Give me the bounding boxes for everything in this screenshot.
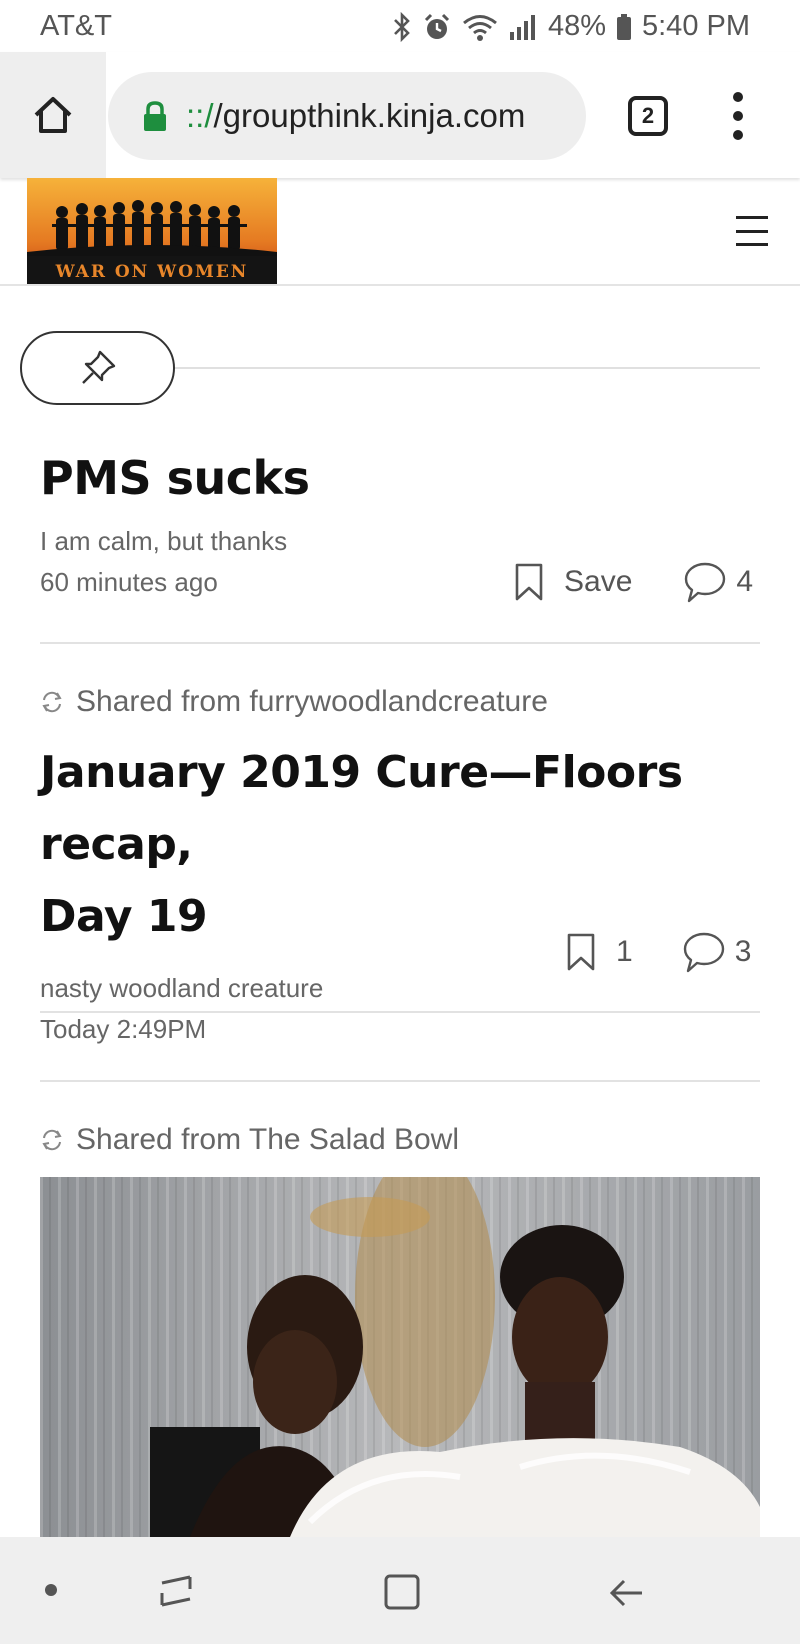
tab-switcher-button[interactable]: 2 bbox=[628, 96, 668, 136]
home-nav-icon[interactable] bbox=[382, 1572, 422, 1612]
home-button[interactable] bbox=[0, 52, 106, 178]
post-card: January 2019 Cure—Floors recap, Day 19 n… bbox=[40, 737, 760, 1045]
clock: 5:40 PM bbox=[642, 10, 750, 42]
post-title[interactable]: January 2019 Cure—Floors recap, Day 19 bbox=[40, 737, 760, 953]
hamburger-line bbox=[736, 243, 768, 246]
pin-button[interactable] bbox=[20, 331, 175, 405]
save-button[interactable]: 1 bbox=[566, 932, 633, 972]
post-time: Today 2:49PM bbox=[40, 1014, 207, 1044]
comments-button[interactable]: 4 bbox=[684, 560, 753, 604]
save-button[interactable]: Save bbox=[514, 562, 632, 602]
status-bar: AT&T 48% 5:40 PM bbox=[0, 0, 800, 52]
comment-count: 3 bbox=[734, 935, 752, 968]
shared-from-label: Shared from furrywoodlandcreature bbox=[76, 685, 548, 718]
battery-percent: 48% bbox=[547, 10, 606, 42]
post-title[interactable]: PMS sucks bbox=[40, 448, 760, 508]
menu-dot bbox=[733, 130, 743, 140]
shared-from-label: Shared from The Salad Bowl bbox=[76, 1123, 459, 1156]
pinned-row bbox=[20, 331, 760, 405]
site-header: WAR ON WOMEN bbox=[0, 178, 800, 286]
post-title-line: Day 19 bbox=[40, 891, 208, 942]
lock-icon bbox=[144, 101, 166, 131]
save-count: 1 bbox=[616, 935, 633, 968]
system-navigation-bar bbox=[0, 1537, 800, 1644]
home-icon bbox=[34, 97, 72, 133]
url-scheme: ::/ bbox=[186, 97, 214, 134]
post-author[interactable]: nasty woodland creature bbox=[40, 973, 760, 1004]
menu-dot bbox=[733, 111, 743, 121]
browser-menu-button[interactable] bbox=[726, 92, 750, 140]
browser-toolbar: :://groupthink.kinja.com 2 bbox=[0, 52, 800, 178]
hamburger-line bbox=[736, 216, 768, 219]
bookmark-icon bbox=[567, 933, 595, 971]
signal-icon bbox=[509, 14, 535, 40]
comment-count: 4 bbox=[736, 565, 754, 598]
hamburger-line bbox=[736, 229, 768, 233]
wifi-icon bbox=[463, 14, 497, 41]
shared-from[interactable]: Shared from The Salad Bowl bbox=[40, 1123, 459, 1157]
post-author[interactable]: I am calm, but thanks bbox=[40, 526, 760, 557]
menu-dot bbox=[733, 92, 743, 102]
post-title-line: January 2019 Cure—Floors recap, bbox=[40, 747, 683, 870]
reshare-icon bbox=[42, 691, 62, 713]
post-actions: 1 3 bbox=[566, 930, 751, 974]
reshare-icon bbox=[42, 1129, 62, 1151]
carrier-label: AT&T bbox=[40, 10, 112, 42]
post-actions: Save 4 bbox=[514, 560, 753, 604]
pin-icon bbox=[81, 350, 115, 384]
bluetooth-icon bbox=[394, 11, 410, 42]
url-host: /groupthink.kinja.com bbox=[213, 97, 526, 134]
post-image[interactable] bbox=[40, 1177, 760, 1537]
status-icons: 48% 5:40 PM bbox=[392, 10, 750, 43]
site-menu-button[interactable] bbox=[736, 216, 768, 246]
alarm-icon bbox=[424, 13, 450, 39]
pin-divider bbox=[175, 367, 760, 369]
bookmark-icon bbox=[515, 563, 543, 601]
comment-icon bbox=[683, 932, 724, 973]
url-bar[interactable]: :://groupthink.kinja.com bbox=[108, 72, 586, 160]
back-icon[interactable] bbox=[606, 1573, 646, 1613]
post-divider bbox=[40, 1080, 760, 1082]
shared-from[interactable]: Shared from furrywoodlandcreature bbox=[40, 685, 548, 719]
comments-button[interactable]: 3 bbox=[683, 930, 752, 974]
post-divider bbox=[40, 642, 760, 644]
battery-icon bbox=[617, 13, 631, 40]
post-divider bbox=[40, 1011, 760, 1013]
site-logo[interactable]: WAR ON WOMEN bbox=[27, 178, 277, 284]
recent-apps-icon[interactable] bbox=[156, 1571, 196, 1611]
logo-text: WAR ON WOMEN bbox=[55, 262, 249, 282]
save-label: Save bbox=[564, 565, 633, 598]
comment-icon bbox=[685, 562, 726, 603]
dot-indicator-icon bbox=[45, 1584, 57, 1596]
